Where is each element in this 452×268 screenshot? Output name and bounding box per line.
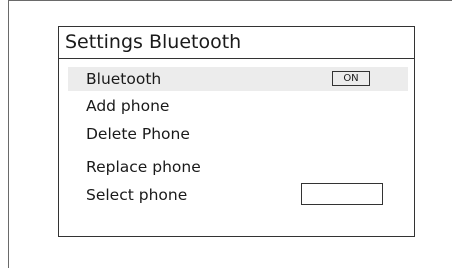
menu-item-label: Select phone: [86, 186, 188, 204]
menu-item-delete-phone[interactable]: Delete Phone: [68, 122, 408, 146]
menu-item-label: Add phone: [86, 97, 170, 115]
menu-item-bluetooth[interactable]: Bluetooth ON: [68, 67, 408, 91]
menu-item-label: Bluetooth: [86, 70, 162, 88]
menu-item-label: Delete Phone: [86, 125, 190, 143]
settings-bluetooth-panel: Settings Bluetooth Bluetooth ON Add phon…: [58, 26, 415, 237]
selected-phone-field[interactable]: [301, 183, 383, 205]
menu-item-select-phone[interactable]: Select phone: [68, 183, 408, 207]
bluetooth-toggle[interactable]: ON: [332, 71, 370, 86]
menu-item-add-phone[interactable]: Add phone: [68, 94, 408, 118]
menu-item-replace-phone[interactable]: Replace phone: [68, 155, 408, 179]
panel-title: Settings Bluetooth: [59, 27, 414, 59]
menu-item-label: Replace phone: [86, 158, 201, 176]
